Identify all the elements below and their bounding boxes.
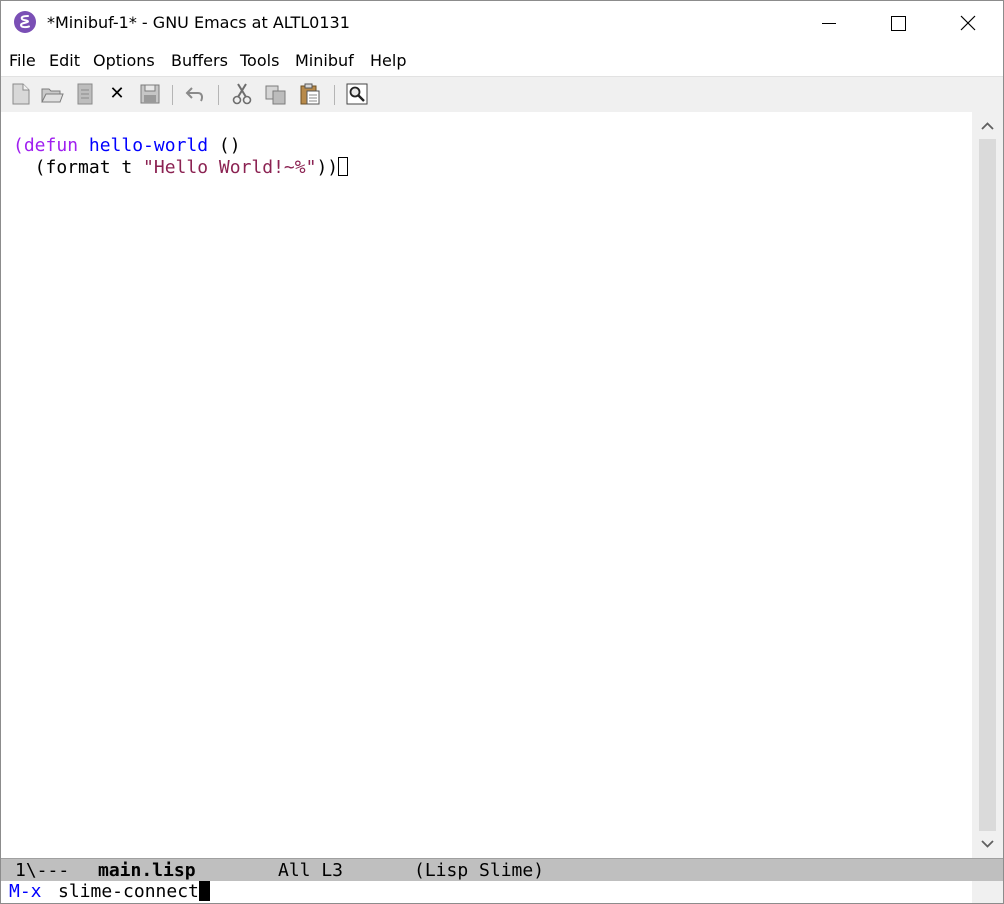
open-folder-icon — [41, 88, 64, 103]
minibuffer[interactable]: M-x slime-connect — [1, 881, 1003, 903]
window-title: *Minibuf-1* - GNU Emacs at ALTL0131 — [47, 13, 350, 32]
menu-options[interactable]: Options — [93, 51, 155, 70]
emacs-window: *Minibuf-1* - GNU Emacs at ALTL0131 File… — [0, 0, 1004, 904]
scroll-up-button[interactable] — [972, 112, 1003, 139]
close-icon — [960, 15, 976, 31]
menu-minibuf[interactable]: Minibuf — [295, 51, 354, 70]
editor-buffer[interactable]: (defun hello-world () (format t "Hello W… — [1, 112, 972, 858]
menu-file[interactable]: File — [9, 51, 36, 70]
scroll-thumb[interactable] — [979, 139, 996, 831]
vertical-scrollbar[interactable] — [972, 112, 1003, 858]
toolbar: ✕ — [1, 76, 1003, 113]
cut-button[interactable] — [230, 82, 254, 106]
minibuffer-prompt: M-x — [9, 881, 42, 902]
menu-help[interactable]: Help — [370, 51, 406, 70]
open-folder-button[interactable] — [40, 82, 64, 106]
new-file-button[interactable] — [9, 82, 33, 106]
paren-open: ( — [13, 135, 24, 156]
close-button[interactable] — [945, 1, 991, 45]
code-string: "Hello World!~%" — [143, 157, 317, 178]
menu-bar: File Edit Options Buffers Tools Minibuf … — [1, 45, 1003, 76]
menu-tools[interactable]: Tools — [240, 51, 279, 70]
paste-icon — [300, 83, 320, 105]
code-text[interactable]: (defun hello-world () (format t "Hello W… — [13, 135, 349, 179]
new-file-icon — [12, 83, 30, 105]
toolbar-separator — [334, 85, 335, 105]
copy-button[interactable] — [264, 82, 288, 106]
toolbar-separator — [172, 85, 173, 105]
scroll-down-button[interactable] — [972, 831, 1003, 858]
undo-button[interactable] — [184, 82, 208, 106]
code-args: () — [208, 135, 241, 156]
minibuffer-scrollbar[interactable] — [972, 881, 1003, 903]
open-directory-button[interactable] — [73, 82, 97, 106]
text-cursor — [338, 157, 349, 176]
close-buffer-icon: ✕ — [109, 83, 125, 104]
modeline-modes[interactable]: (Lisp Slime) — [414, 859, 544, 882]
code-line-1: (defun hello-world () — [13, 135, 241, 156]
minimize-icon — [822, 23, 836, 24]
search-button[interactable] — [345, 82, 369, 106]
maximize-button[interactable] — [875, 1, 921, 45]
toolbar-separator — [218, 85, 219, 105]
chevron-up-icon — [981, 122, 994, 130]
maximize-icon — [891, 16, 906, 31]
keyword-defun: defun — [23, 135, 79, 156]
modeline-status: 1\--- — [15, 860, 70, 881]
minimize-button[interactable] — [806, 1, 852, 45]
title-bar[interactable]: *Minibuf-1* - GNU Emacs at ALTL0131 — [1, 1, 1003, 45]
open-directory-icon — [77, 83, 93, 105]
menu-edit[interactable]: Edit — [49, 51, 80, 70]
minibuffer-cursor — [198, 881, 210, 901]
save-button[interactable] — [138, 82, 162, 106]
undo-icon — [185, 87, 203, 102]
close-buffer-button[interactable]: ✕ — [105, 82, 129, 106]
emacs-icon[interactable] — [14, 11, 36, 33]
save-icon — [140, 84, 160, 104]
code-line-2: (format t "Hello World!~%")) — [13, 157, 349, 178]
code-close-parens: )) — [316, 157, 339, 178]
code-format-call: (format t — [13, 157, 144, 178]
minibuffer-input-text: slime-connect — [58, 881, 199, 902]
search-icon — [346, 83, 368, 105]
modeline-buffer-name[interactable]: main.lisp — [98, 859, 196, 882]
copy-icon — [265, 85, 286, 105]
minibuffer-input[interactable]: slime-connect — [58, 881, 210, 903]
modeline-position: All L3 — [278, 860, 344, 881]
mode-line[interactable]: 1\--- main.lisp All L3 (Lisp Slime) — [1, 858, 1003, 882]
function-name: hello-world — [88, 135, 209, 156]
chevron-down-icon — [981, 840, 994, 848]
paste-button[interactable] — [298, 82, 322, 106]
menu-buffers[interactable]: Buffers — [171, 51, 228, 70]
cut-icon — [232, 83, 252, 105]
